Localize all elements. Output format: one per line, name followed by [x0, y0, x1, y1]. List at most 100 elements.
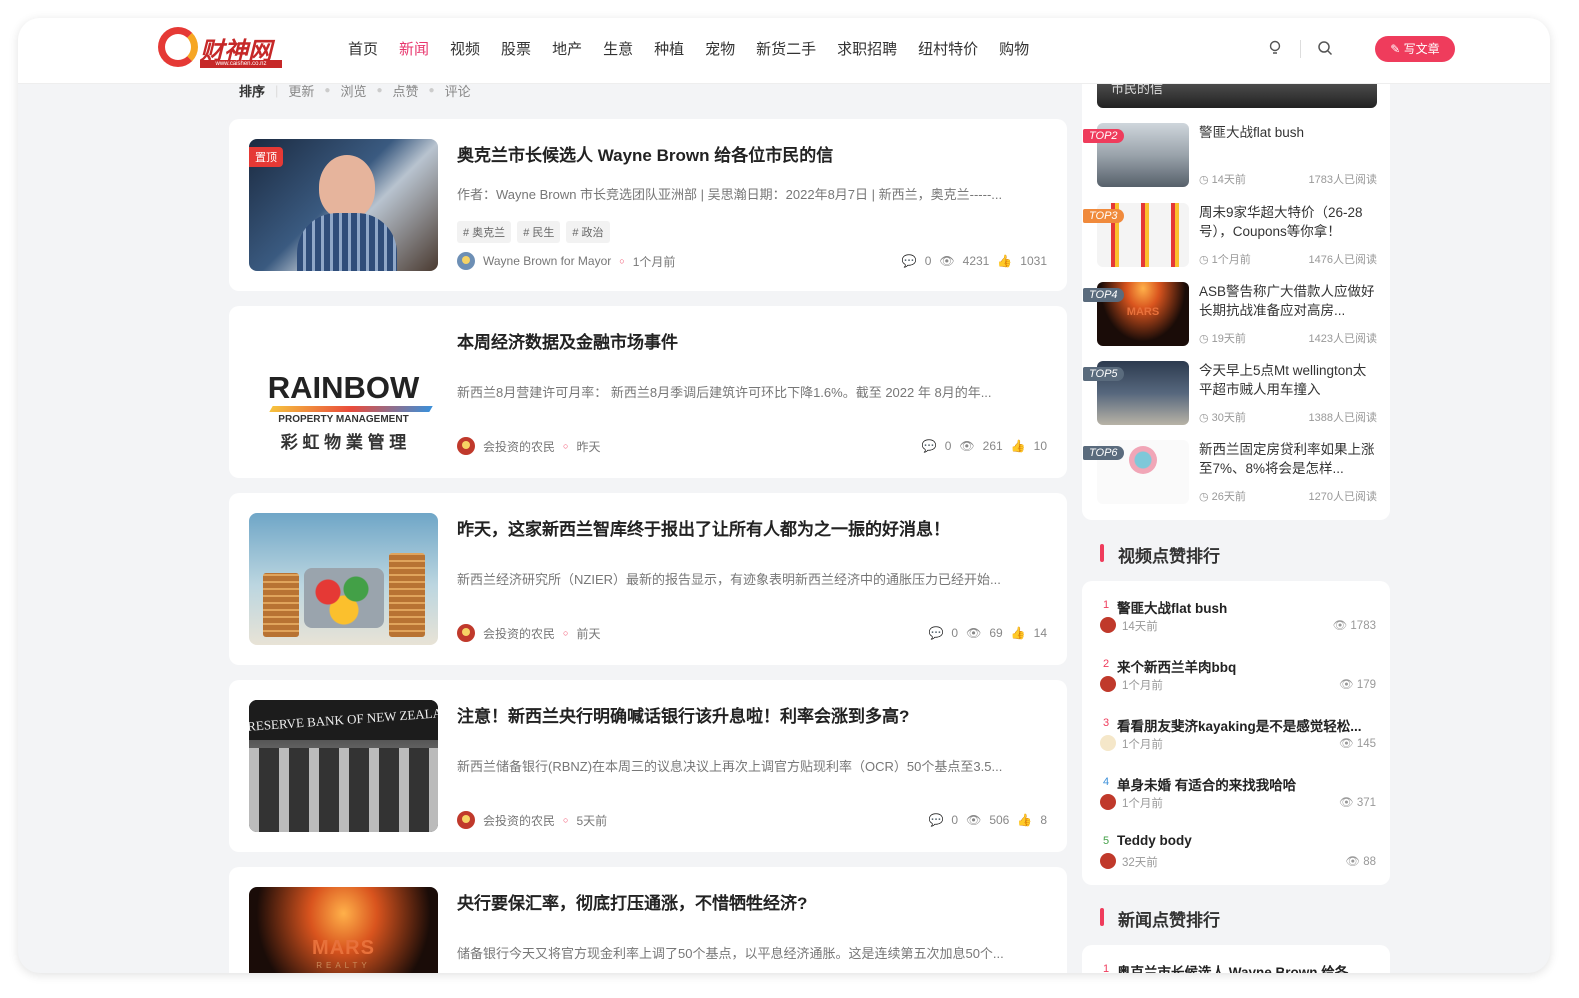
rank-time: 14天前	[1122, 621, 1158, 633]
hot-reads: 1270人已阅读	[1308, 491, 1377, 503]
tag-politics[interactable]: # 政治	[566, 221, 610, 243]
thumbs-up-icon[interactable]: 👍	[1017, 813, 1032, 827]
article-card[interactable]: RAINBOW PROPERTY MANAGEMENT 彩 虹 物 業 管 理 …	[229, 306, 1067, 478]
hot-item[interactable]: TOP2 警匪大战flat bush ◷ 14天前 1783人已阅读	[1083, 123, 1377, 189]
view-count: 261	[982, 439, 1003, 453]
hot-item[interactable]: MARS TOP4 ASB警告称广大借款人应做好长期抗战准备应对高房... ◷ …	[1083, 282, 1377, 348]
comment-count: 0	[944, 439, 952, 453]
rank-item[interactable]: 4 单身未婚 有适合的来找我哈哈 1个月前 👁 371	[1100, 774, 1376, 824]
article-card[interactable]: MARS REALTY 央行要保汇率，彻底打压通涨，不惜牺牲经济? 储备银行今天…	[229, 867, 1067, 973]
rank-item[interactable]: 3 看看朋友斐济kayaking是不是感觉轻松... 1个月前 👁 145	[1100, 715, 1376, 765]
author-avatar[interactable]	[1100, 853, 1116, 869]
article-stats: 💬 0 👁 261 👍 10	[922, 439, 1047, 453]
hot-title[interactable]: 新西兰固定房贷利率如果上涨至7%、8%将会是怎样...	[1199, 440, 1377, 478]
author-avatar[interactable]	[1100, 676, 1116, 692]
article-thumbnail[interactable]: MARS REALTY	[249, 887, 438, 973]
rank-badge: TOP3	[1083, 209, 1124, 223]
article-thumbnail[interactable]	[249, 513, 438, 645]
article-title[interactable]: 注意！新西兰央行明确喊话银行该升息啦！利率会涨到多高?	[457, 702, 909, 727]
hot-title[interactable]: 警匪大战flat bush	[1199, 123, 1377, 142]
hot-title[interactable]: ASB警告称广大借款人应做好长期抗战准备应对高房...	[1199, 282, 1377, 320]
nav-secondhand[interactable]: 新货二手	[756, 38, 816, 59]
article-thumbnail[interactable]: RESERVE BANK OF NEW ZEALAND	[249, 700, 438, 832]
article-title[interactable]: 本周经济数据及金融市场事件	[457, 328, 678, 353]
hot-item[interactable]: TOP5 今天早上5点Mt wellington太平超市贼人用车撞入 ◷ 30天…	[1083, 361, 1377, 427]
author-name[interactable]: 会投资的农民	[483, 625, 555, 642]
rank-item[interactable]: 5 Teddy body 32天前 👁 88	[1100, 833, 1376, 883]
nav-business[interactable]: 生意	[603, 38, 633, 59]
nav-pets[interactable]: 宠物	[705, 38, 735, 59]
nav-planting[interactable]: 种植	[654, 38, 684, 59]
author-avatar[interactable]	[457, 437, 475, 455]
tag-auckland[interactable]: # 奥克兰	[457, 221, 512, 243]
article-title[interactable]: 昨天，这家新西兰智库终于报出了让所有人都为之一振的好消息！	[457, 515, 950, 540]
eye-icon: 👁	[939, 254, 955, 268]
view-count: 69	[989, 626, 1003, 640]
nav-deals[interactable]: 纽村特价	[918, 38, 978, 59]
thumbs-up-icon[interactable]: 👍	[1011, 439, 1026, 453]
article-title[interactable]: 央行要保汇率，彻底打压通涨，不惜牺牲经济?	[457, 889, 807, 914]
rank-item[interactable]: 2 来个新西兰羊肉bbq 1个月前 👁 179	[1100, 656, 1376, 706]
article-card[interactable]: RESERVE BANK OF NEW ZEALAND 注意！新西兰央行明确喊话…	[229, 680, 1067, 852]
article-meta: 会投资的农民 ○ 昨天 💬 0 👁 261 👍 10	[457, 437, 1047, 455]
thumbs-up-icon[interactable]: 👍	[1011, 626, 1026, 640]
rank-item-title[interactable]: 警匪大战flat bush	[1117, 597, 1376, 617]
rank-number: 2	[1102, 658, 1110, 670]
rank-item-title[interactable]: 来个新西兰羊肉bbq	[1117, 656, 1376, 676]
article-excerpt: 新西兰8月营建许可月率： 新西兰8月季调后建筑许可环比下降1.6%。截至 202…	[457, 385, 992, 400]
rank-views: 👁 179	[1339, 679, 1376, 691]
rank-item-title[interactable]: 奥克兰市长候选人 Wayne Brown 给各...	[1117, 961, 1376, 973]
news-rank-title: 新闻点赞排行	[1100, 906, 1220, 931]
author-name[interactable]: 会投资的农民	[483, 438, 555, 455]
hot-time: ◷ 19天前	[1199, 333, 1246, 345]
post-time: 1个月前	[632, 254, 676, 269]
lightbulb-icon[interactable]	[1266, 40, 1284, 58]
tag-livelihood[interactable]: # 民生	[517, 221, 561, 243]
write-article-button[interactable]: ✎ 写文章	[1375, 36, 1455, 62]
thumbs-up-icon[interactable]: 👍	[997, 254, 1012, 268]
hot-title[interactable]: 今天早上5点Mt wellington太平超市贼人用车撞入	[1199, 361, 1377, 399]
comment-icon: 💬	[901, 254, 917, 268]
nav-news[interactable]: 新闻	[399, 38, 429, 59]
dot-separator: ●	[324, 85, 331, 96]
author-avatar[interactable]	[1100, 794, 1116, 810]
thumb-logo-text: RAINBOW	[267, 370, 420, 405]
author-avatar[interactable]	[1100, 617, 1116, 633]
nav-video[interactable]: 视频	[450, 38, 480, 59]
hot-title[interactable]: 周未9家华超大特价（26-28号），Coupons等你拿！	[1199, 203, 1377, 241]
author-name[interactable]: 会投资的农民	[483, 812, 555, 829]
author-name[interactable]: Wayne Brown for Mayor	[483, 254, 611, 268]
article-tags: # 奥克兰 # 民生 # 政治	[457, 221, 610, 243]
author-avatar[interactable]	[457, 811, 475, 829]
nav-property[interactable]: 地产	[552, 38, 582, 59]
author-avatar[interactable]	[1100, 735, 1116, 751]
comment-icon: 💬	[928, 626, 944, 640]
article-title[interactable]: 奥克兰市长候选人 Wayne Brown 给各位市民的信	[457, 141, 833, 166]
like-count: 14	[1033, 626, 1047, 640]
rank-item[interactable]: 1 奥克兰市长候选人 Wayne Brown 给各...	[1100, 961, 1376, 973]
author-avatar[interactable]	[457, 252, 475, 270]
article-card[interactable]: 置顶 奥克兰市长候选人 Wayne Brown 给各位市民的信 作者：Wayne…	[229, 119, 1067, 291]
hot-item[interactable]: TOP3 周未9家华超大特价（26-28号），Coupons等你拿！ ◷ 1个月…	[1083, 203, 1377, 269]
rank-item-title[interactable]: 单身未婚 有适合的来找我哈哈	[1117, 774, 1376, 794]
nav-shopping[interactable]: 购物	[999, 38, 1029, 59]
search-icon[interactable]	[1316, 40, 1334, 58]
nav-home[interactable]: 首页	[348, 38, 378, 59]
rank-item-title[interactable]: 看看朋友斐济kayaking是不是感觉轻松...	[1117, 715, 1376, 735]
article-thumbnail[interactable]: RAINBOW PROPERTY MANAGEMENT 彩 虹 物 業 管 理	[249, 326, 438, 458]
hot-item[interactable]: TOP6 新西兰固定房贷利率如果上涨至7%、8%将会是怎样... ◷ 26天前 …	[1083, 440, 1377, 506]
rank-item[interactable]: 1 警匪大战flat bush 14天前 👁 1783	[1100, 597, 1376, 647]
article-thumbnail[interactable]: 置顶	[249, 139, 438, 271]
rank-badge: TOP2	[1083, 129, 1124, 143]
article-card[interactable]: 昨天，这家新西兰智库终于报出了让所有人都为之一振的好消息！ 新西兰经济研究所（N…	[229, 493, 1067, 665]
article-excerpt: 新西兰储备银行(RBNZ)在本周三的议息决议上再次上调官方贴现利率（OCR）50…	[457, 759, 1003, 774]
rank-item-title[interactable]: Teddy body	[1117, 833, 1376, 848]
site-logo[interactable]: 财神网 www.caishen.co.nz	[158, 27, 288, 73]
meta-dot: ○	[563, 441, 569, 451]
hot-time: ◷ 26天前	[1199, 491, 1246, 503]
author-avatar[interactable]	[457, 624, 475, 642]
nav-jobs[interactable]: 求职招聘	[837, 38, 897, 59]
article-excerpt: 新西兰经济研究所（NZIER）最新的报告显示，有迹象表明新西兰经济中的通胀压力已…	[457, 572, 1001, 587]
rank-badge: TOP6	[1083, 446, 1124, 460]
nav-stocks[interactable]: 股票	[501, 38, 531, 59]
